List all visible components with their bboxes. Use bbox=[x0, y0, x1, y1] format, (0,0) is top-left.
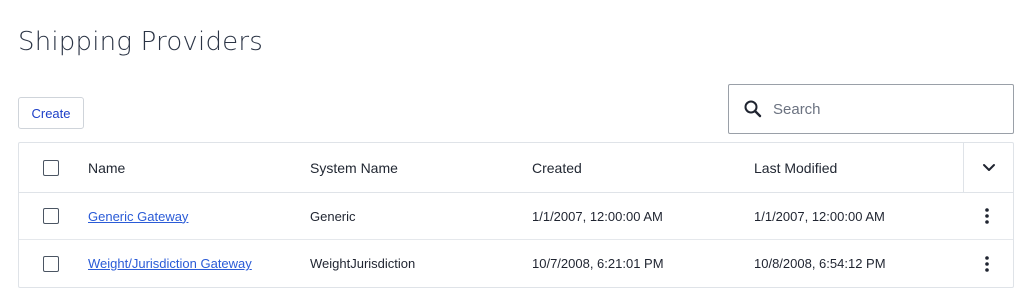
row-actions-button[interactable] bbox=[977, 252, 997, 276]
column-header-last-modified[interactable]: Last Modified bbox=[754, 160, 837, 176]
column-header-created[interactable]: Created bbox=[532, 160, 582, 176]
last-modified-cell: 10/8/2008, 6:54:12 PM bbox=[754, 256, 886, 271]
chevron-down-icon bbox=[982, 164, 995, 171]
page-title: Shipping Providers bbox=[18, 27, 263, 57]
search-field[interactable] bbox=[728, 84, 1014, 134]
created-cell: 1/1/2007, 12:00:00 AM bbox=[532, 208, 663, 224]
system-name-cell: WeightJurisdiction bbox=[310, 256, 416, 271]
row-select-cell bbox=[43, 255, 59, 272]
providers-table: Name System Name Created Last Modified G… bbox=[18, 142, 1014, 288]
provider-name-link[interactable]: Weight/Jurisdiction Gateway bbox=[88, 256, 252, 271]
kebab-menu-icon bbox=[985, 208, 989, 224]
last-modified-cell: 1/1/2007, 12:00:00 AM bbox=[754, 208, 885, 224]
row-checkbox[interactable] bbox=[43, 255, 59, 272]
column-toggle-button[interactable] bbox=[963, 143, 1013, 193]
table-row: Generic Gateway Generic 1/1/2007, 12:00:… bbox=[19, 193, 1013, 240]
provider-name-link[interactable]: Generic Gateway bbox=[88, 209, 188, 224]
kebab-menu-icon bbox=[985, 255, 989, 272]
created-cell: 10/7/2008, 6:21:01 PM bbox=[532, 256, 664, 271]
search-icon bbox=[744, 100, 762, 118]
row-select-cell bbox=[43, 208, 59, 224]
select-all-cell bbox=[43, 159, 59, 176]
create-button[interactable]: Create bbox=[18, 97, 84, 129]
row-checkbox[interactable] bbox=[43, 208, 59, 224]
select-all-checkbox[interactable] bbox=[43, 159, 59, 176]
table-row: Weight/Jurisdiction Gateway WeightJurisd… bbox=[19, 240, 1013, 287]
row-actions-button[interactable] bbox=[977, 204, 997, 228]
column-header-system-name[interactable]: System Name bbox=[310, 160, 398, 176]
column-header-name[interactable]: Name bbox=[88, 160, 125, 176]
search-input[interactable] bbox=[773, 100, 1003, 118]
system-name-cell: Generic bbox=[310, 208, 356, 224]
table-header-row: Name System Name Created Last Modified bbox=[19, 143, 1013, 193]
